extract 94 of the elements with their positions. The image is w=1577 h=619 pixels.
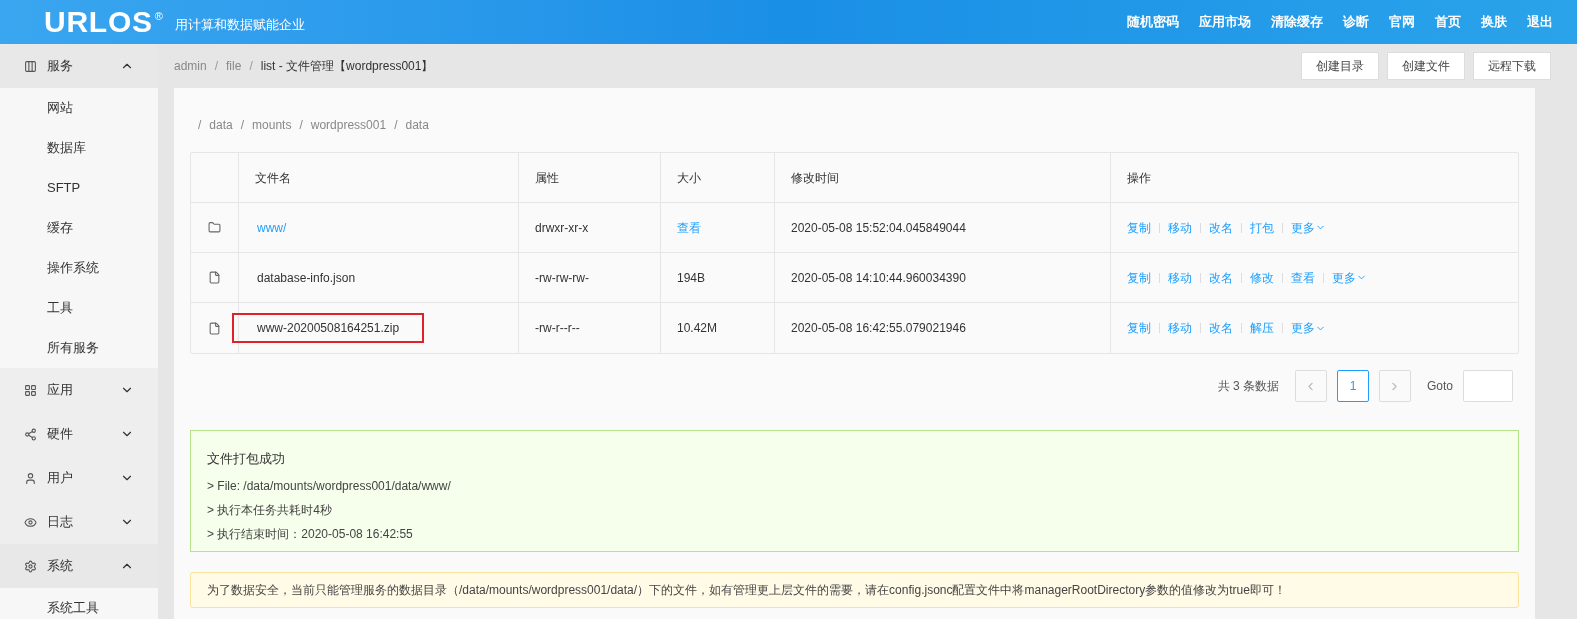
action-link[interactable]: 复制 <box>1127 268 1151 287</box>
sidebar-item[interactable]: 网站 <box>0 88 158 128</box>
next-page-button[interactable] <box>1379 370 1411 402</box>
file-name: database-info.json <box>256 269 357 287</box>
sidebar-group[interactable]: 硬件 <box>0 412 158 456</box>
toolbar-button[interactable]: 创建文件 <box>1387 52 1465 80</box>
nav-link[interactable]: 首页 <box>1435 12 1461 32</box>
column-header: 操作 <box>1127 169 1151 187</box>
total-count: 共 3 条数据 <box>1217 378 1279 395</box>
alert-line: > File: /data/mounts/wordpress001/data/www/ <box>207 477 452 495</box>
sidebar-group[interactable]: 日志 <box>0 500 158 544</box>
columns-icon <box>24 59 37 73</box>
breadcrumb-item[interactable]: admin <box>174 57 207 75</box>
column-header: 修改时间 <box>791 169 839 187</box>
action-link[interactable]: 解压 <box>1250 319 1274 337</box>
action-link[interactable]: 复制 <box>1127 319 1151 337</box>
sidebar-group[interactable]: 应用 <box>0 368 158 412</box>
sidebar-group[interactable]: 系统 <box>0 544 158 588</box>
warning-alert: 为了数据安全，当前只能管理服务的数据目录（/data/mounts/wordpress001/data/）下的文件，如有管理更上层文件的需要，请在config.jsonc配置文件中将managerRootDirectory参数的值修改为true即可！ <box>190 572 1519 608</box>
toolbar-button[interactable]: 创建目录 <box>1301 52 1379 80</box>
logo: URLOS <box>44 7 153 37</box>
breadcrumb-separator: / <box>214 58 219 75</box>
sidebar-group[interactable]: 服务 <box>0 44 158 88</box>
goto-input[interactable] <box>1463 370 1513 402</box>
table-cell-text: 194B <box>677 269 706 287</box>
table-cell-text: -rw-r--r-- <box>535 320 580 337</box>
table-cell-text: 2020-05-08 16:42:55.079021946 <box>791 320 966 337</box>
alert-title: 文件打包成功 <box>207 450 286 468</box>
path-separator: / <box>394 117 398 134</box>
action-link[interactable]: 修改 <box>1250 268 1274 287</box>
table-cell-text: 10.42M <box>677 320 718 337</box>
more-dropdown[interactable]: 更多 <box>1291 218 1326 237</box>
folder-icon <box>208 221 221 234</box>
file-name: www-20200508164251.zip <box>232 313 425 343</box>
nav-link[interactable]: 应用市场 <box>1199 12 1251 32</box>
alert-line: > 执行本任务共耗时4秒 <box>207 501 333 519</box>
registered-mark: ® <box>154 9 163 24</box>
action-link[interactable]: 移动 <box>1168 268 1192 287</box>
nav-link[interactable]: 换肤 <box>1481 12 1507 32</box>
sidebar-item[interactable]: 操作系统 <box>0 248 158 288</box>
action-link[interactable]: 移动 <box>1168 218 1192 237</box>
nav-link[interactable]: 随机密码 <box>1127 12 1179 32</box>
table-cell-text: 2020-05-08 15:52:04.045849044 <box>791 219 966 237</box>
alert-line: > 执行结束时间：2020-05-08 16:42:55 <box>207 525 414 543</box>
grid-icon <box>24 383 37 397</box>
path-segment[interactable]: data <box>405 116 429 134</box>
page-button[interactable]: 1 <box>1337 370 1369 402</box>
sidebar-item[interactable]: 数据库 <box>0 128 158 168</box>
sidebar-item[interactable]: 工具 <box>0 288 158 328</box>
action-link[interactable]: 改名 <box>1209 319 1233 337</box>
share-icon <box>24 427 37 441</box>
tagline: 用计算和数据赋能企业 <box>174 16 305 35</box>
breadcrumb-separator: / <box>249 58 253 75</box>
table-cell-text: -rw-rw-rw- <box>535 269 589 287</box>
toolbar-button[interactable]: 远程下载 <box>1473 52 1551 80</box>
sidebar-item[interactable]: 系统工具 <box>0 588 158 619</box>
view-link[interactable]: 查看 <box>677 218 701 237</box>
path-segment[interactable]: wordpress001 <box>310 116 387 134</box>
path-segment[interactable]: mounts <box>252 116 292 134</box>
nav-link[interactable]: 退出 <box>1527 12 1553 32</box>
breadcrumb-item: list - 文件管理【wordpress001】 <box>260 58 434 75</box>
goto-label: Goto <box>1427 378 1453 395</box>
file-name[interactable]: www/ <box>232 212 312 243</box>
action-link[interactable]: 改名 <box>1209 268 1233 287</box>
more-dropdown[interactable]: 更多 <box>1332 268 1367 287</box>
table-cell-text: 2020-05-08 14:10:44.960034390 <box>791 269 966 287</box>
nav-link[interactable]: 官网 <box>1389 12 1415 32</box>
column-header: 大小 <box>677 169 701 187</box>
action-link[interactable]: 移动 <box>1168 319 1192 337</box>
file-icon <box>208 321 221 335</box>
table-cell-text: drwxr-xr-x <box>535 219 589 237</box>
settings-icon <box>24 559 37 573</box>
breadcrumb-item[interactable]: file <box>226 57 242 75</box>
sidebar-item[interactable]: 所有服务 <box>0 328 158 368</box>
user-icon <box>24 471 37 485</box>
column-header: 文件名 <box>255 169 291 187</box>
eye-icon <box>24 515 37 529</box>
path-separator: / <box>198 117 202 134</box>
more-dropdown[interactable]: 更多 <box>1291 319 1326 337</box>
column-header: 属性 <box>535 169 559 187</box>
path-separator: / <box>240 117 245 134</box>
nav-link[interactable]: 诊断 <box>1343 12 1369 32</box>
nav-link[interactable]: 清除缓存 <box>1271 12 1323 32</box>
path-segment[interactable]: data <box>209 116 233 134</box>
sidebar-item[interactable]: 缓存 <box>0 208 158 248</box>
action-link[interactable]: 复制 <box>1127 218 1151 237</box>
file-icon <box>208 271 221 284</box>
sidebar-item[interactable]: SFTP <box>0 168 158 208</box>
path-separator: / <box>299 117 303 134</box>
action-link[interactable]: 改名 <box>1209 218 1233 237</box>
action-link[interactable]: 查看 <box>1291 268 1315 287</box>
action-link[interactable]: 打包 <box>1250 218 1274 237</box>
previous-page-button[interactable] <box>1295 370 1327 402</box>
sidebar-group[interactable]: 用户 <box>0 456 158 500</box>
